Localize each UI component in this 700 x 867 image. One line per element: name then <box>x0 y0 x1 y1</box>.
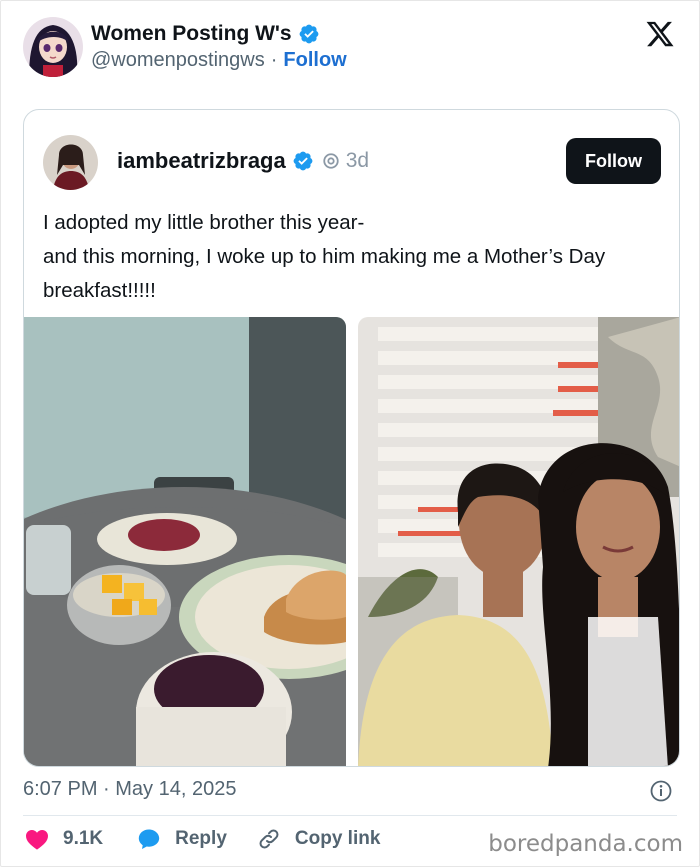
handle-row: @womenpostingws · Follow <box>91 49 347 72</box>
reply-button[interactable]: Reply <box>137 827 227 851</box>
reply-label: Reply <box>175 828 227 849</box>
like-count: 9.1K <box>63 828 104 849</box>
like-button[interactable]: 9.1K <box>25 828 103 850</box>
author-handle[interactable]: @womenpostingws <box>91 49 265 72</box>
photo-breakfast[interactable] <box>24 317 346 766</box>
follow-link[interactable]: Follow <box>283 49 346 72</box>
x-logo-icon[interactable] <box>645 19 675 49</box>
info-icon[interactable] <box>649 779 673 803</box>
quoted-text: I adopted my little brother this year- a… <box>43 206 663 308</box>
tweet-timestamp[interactable]: 6:07 PM · May 14, 2025 <box>23 778 236 801</box>
reply-bubble-icon <box>138 829 160 849</box>
separator-dot: · <box>270 49 278 71</box>
threads-ring-icon <box>323 153 339 169</box>
quoted-author-name-row: iambeatrizbraga 3d <box>117 148 369 174</box>
quoted-author-avatar[interactable] <box>43 135 98 190</box>
watermark: boredpanda.com <box>488 831 683 857</box>
author-name[interactable]: Women Posting W's <box>91 22 320 46</box>
action-bar: 9.1K Reply Copy link <box>25 827 380 851</box>
quoted-text-line-2: and this morning, I woke up to him makin… <box>43 245 606 302</box>
quoted-follow-button[interactable]: Follow <box>566 138 661 184</box>
copy-link-button[interactable]: Copy link <box>257 827 381 851</box>
photo-selfie[interactable] <box>358 317 679 766</box>
tweet-card: Women Posting W's @womenpostingws · Foll… <box>0 0 700 867</box>
quoted-post[interactable]: iambeatrizbraga 3d Follow I adopted my l… <box>23 109 680 767</box>
footer-divider <box>23 815 677 816</box>
quoted-author-name[interactable]: iambeatrizbraga <box>117 148 286 174</box>
link-icon <box>259 829 279 849</box>
verified-badge-icon <box>299 24 319 44</box>
quoted-age: 3d <box>345 149 370 172</box>
author-avatar[interactable] <box>23 17 83 77</box>
copy-link-label: Copy link <box>294 828 381 849</box>
quoted-meta: 3d <box>320 149 369 173</box>
author-name-text[interactable]: Women Posting W's <box>91 22 292 46</box>
heart-icon <box>26 830 48 850</box>
verified-badge-icon <box>293 151 313 171</box>
quoted-text-line-1: I adopted my little brother this year- <box>43 211 365 234</box>
